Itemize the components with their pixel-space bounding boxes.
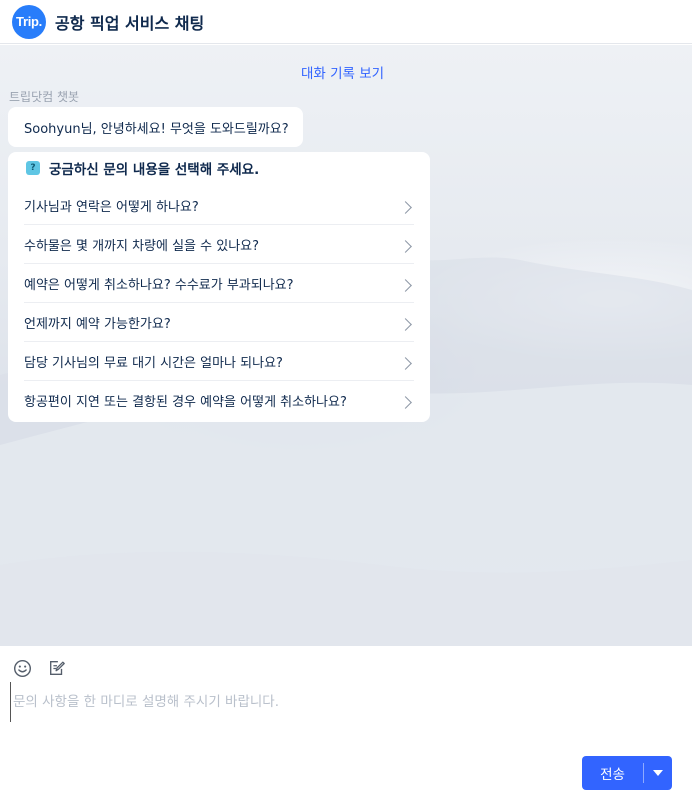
faq-item-label: 담당 기사님의 무료 대기 시간은 얼마나 되나요? [24,355,283,371]
send-options-dropdown[interactable] [644,756,672,790]
faq-title: 궁금하신 문의 내용을 선택해 주세요. [49,162,260,178]
faq-item-label: 수하물은 몇 개까지 차량에 실을 수 있나요? [24,238,260,254]
bot-greeting-bubble: Soohyun님, 안녕하세요! 무엇을 도와드릴까요? [8,107,303,147]
message-composer: 전송 [0,646,692,805]
greeting-text: Soohyun님, 안녕하세요! 무엇을 도와드릴까요? [24,121,289,137]
faq-item-label: 항공편이 지연 또는 결항된 경우 예약을 어떻게 취소하나요? [24,395,347,410]
faq-item-cancel-fee[interactable]: 예약은 어떻게 취소하나요? 수수료가 부과되나요? [24,264,414,303]
trip-logo-icon: Trip. [12,4,46,39]
faq-item-flight-delay[interactable]: 항공편이 지연 또는 결항된 경우 예약을 어떻게 취소하나요? [24,381,414,420]
chevron-right-icon [399,239,412,253]
faq-item-waiting-time[interactable]: 담당 기사님의 무료 대기 시간은 얼마나 되나요? [24,342,414,381]
chevron-right-icon [399,200,412,214]
smiley-icon[interactable] [12,658,32,678]
faq-item-booking-deadline[interactable]: 언제까지 예약 가능한가요? [24,303,414,342]
chevron-right-icon [399,356,412,370]
send-button-group: 전송 [582,756,672,790]
faq-item-label: 예약은 어떻게 취소하나요? 수수료가 부과되나요? [24,277,294,293]
send-button[interactable]: 전송 [582,756,643,790]
faq-item-driver-contact[interactable]: 기사님과 연락은 어떻게 하나요? [24,186,414,225]
faq-header: ? 궁금하신 문의 내용을 선택해 주세요. [24,158,414,178]
bot-name-label: 트립닷컴 챗봇 [9,90,80,104]
view-history-link[interactable]: 대화 기록 보기 [0,62,685,82]
chevron-right-icon [399,278,412,292]
message-input[interactable] [10,682,680,722]
faq-card: ? 궁금하신 문의 내용을 선택해 주세요. 기사님과 연락은 어떻게 하나요?… [8,152,430,422]
chat-messages-area[interactable]: 대화 기록 보기 트립닷컴 챗봇 Soohyun님, 안녕하세요! 무엇을 도와… [0,45,692,646]
chat-header: Trip. 공항 픽업 서비스 채팅 [0,0,692,44]
page-title: 공항 픽업 서비스 채팅 [55,13,205,33]
faq-item-luggage[interactable]: 수하물은 몇 개까지 차량에 실을 수 있나요? [24,225,414,264]
chevron-right-icon [399,396,412,409]
edit-form-icon[interactable] [47,658,67,678]
caret-down-icon [653,770,663,776]
faq-item-label: 기사님과 연락은 어떻게 하나요? [24,199,199,215]
question-icon: ? [26,161,40,175]
faq-item-label: 언제까지 예약 가능한가요? [24,316,171,332]
chevron-right-icon [399,317,412,331]
